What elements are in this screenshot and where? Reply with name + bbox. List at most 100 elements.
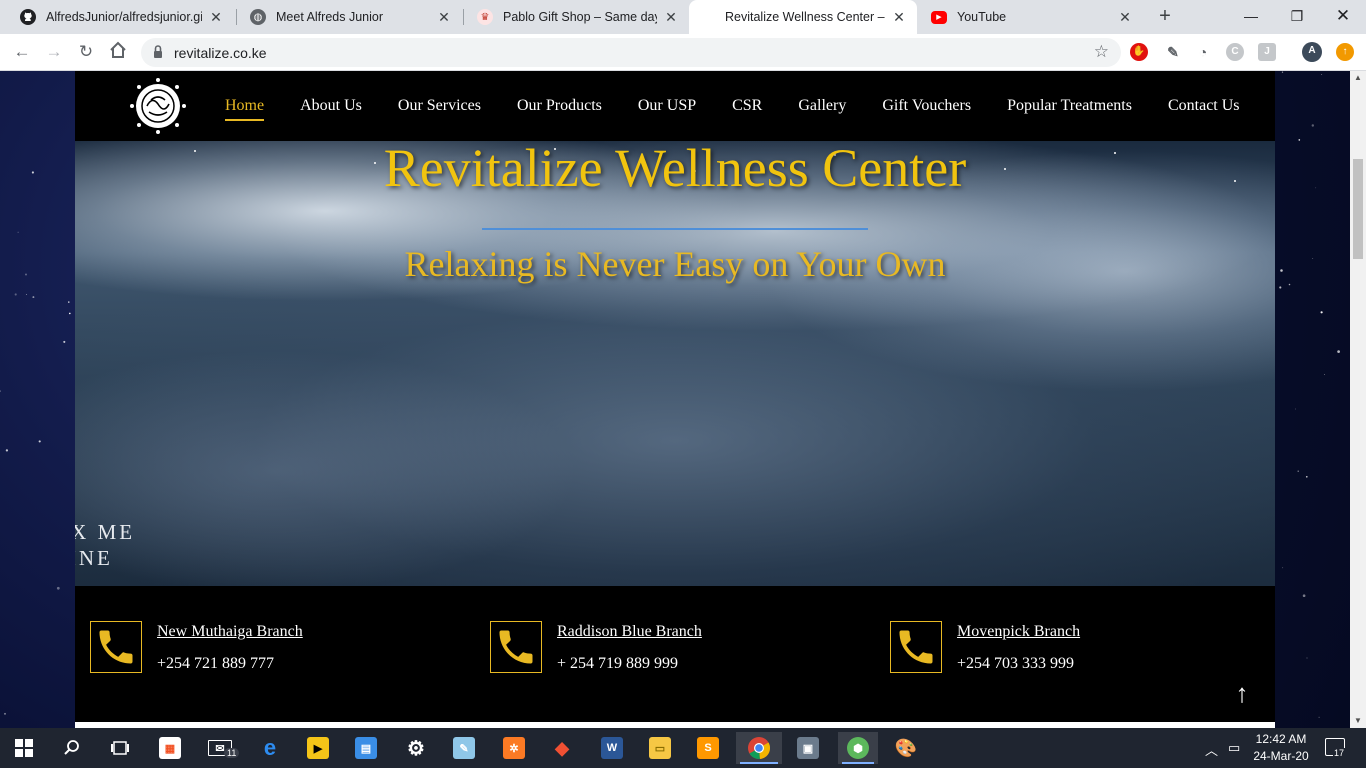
reload-button[interactable]: ↻	[74, 41, 98, 65]
url-text[interactable]: revitalize.co.ke	[174, 45, 267, 61]
file-explorer-icon[interactable]: ▭	[644, 732, 676, 764]
sublime-text-icon[interactable]: S	[692, 732, 724, 764]
page-scrollbar[interactable]: ▲ ▼	[1350, 71, 1366, 728]
microsoft-store-icon[interactable]: ▦	[154, 732, 186, 764]
chrome-icon[interactable]	[736, 732, 782, 764]
branch-phone: +254 703 333 999	[957, 655, 1075, 672]
github-icon	[20, 9, 36, 25]
running-indicator	[740, 762, 778, 764]
globe-icon: ◍	[250, 9, 266, 25]
settings-gear-icon[interactable]: ⚙	[400, 732, 432, 764]
back-button[interactable]: ←	[10, 41, 34, 65]
tab-title: Meet Alfreds Junior	[276, 10, 383, 24]
branch-name-link[interactable]: Raddison Blue Branch	[557, 623, 702, 641]
j-extension-icon[interactable]: J	[1258, 43, 1276, 61]
eyedropper-extension-icon[interactable]: ✎	[1164, 43, 1182, 61]
git-icon[interactable]: ◆	[546, 732, 578, 764]
branch-phone: +254 721 889 777	[157, 655, 275, 672]
xampp-icon[interactable]: ✲	[498, 732, 530, 764]
media-player-icon[interactable]: ▶	[302, 732, 334, 764]
tab-title: AlfredsJunior/alfredsjunior.gith	[46, 10, 202, 24]
clock-time: 12:42 AM	[1255, 732, 1307, 746]
close-tab-icon[interactable]: ✕	[663, 9, 679, 26]
hero-banner: Revitalize Wellness Center Relaxing is N…	[75, 141, 1275, 586]
youtube-icon: ▶	[931, 10, 947, 24]
c-extension-icon[interactable]: C	[1226, 43, 1244, 61]
nav-about-us[interactable]: About Us	[300, 97, 362, 115]
close-tab-icon[interactable]: ✕	[208, 9, 224, 26]
nav-our-usp[interactable]: Our USP	[638, 97, 696, 115]
tab-pablo-gift-shop[interactable]: ♛ Pablo Gift Shop – Same day de ✕	[463, 0, 689, 34]
branch-name-link[interactable]: Movenpick Branch	[957, 623, 1080, 641]
nav-our-products[interactable]: Our Products	[517, 97, 602, 115]
tab-meet-alfreds-junior[interactable]: ◍ Meet Alfreds Junior ✕	[236, 0, 462, 34]
branch-contact: Movenpick Branch +254 703 333 999	[890, 621, 1250, 675]
hero-divider	[482, 228, 868, 230]
caption-line: LINE	[75, 546, 113, 570]
new-tab-button[interactable]: +	[1153, 5, 1177, 29]
clock-date: 24-Mar-20	[1253, 749, 1309, 763]
tab-title: Revitalize Wellness Center – Sp	[725, 10, 885, 24]
show-hidden-icons-icon[interactable]: ︿	[1205, 740, 1218, 759]
tab-youtube[interactable]: ▶ YouTube ✕	[917, 0, 1143, 34]
running-indicator	[842, 762, 874, 764]
page-viewport: Home About Us Our Services Our Products …	[0, 71, 1350, 728]
scroll-to-top-icon[interactable]: ↑	[1230, 679, 1254, 707]
edge-icon[interactable]: e	[254, 732, 286, 764]
branch-contact: New Muthaiga Branch +254 721 889 777	[90, 621, 450, 675]
close-tab-icon[interactable]: ✕	[891, 9, 907, 26]
minimize-button[interactable]: —	[1228, 0, 1274, 34]
home-icon	[110, 41, 126, 58]
restore-button[interactable]: ❐	[1274, 0, 1320, 34]
network-icon[interactable]: ▭	[1228, 740, 1240, 756]
phone-icon	[890, 621, 942, 673]
home-button[interactable]	[106, 41, 130, 65]
address-bar[interactable]: revitalize.co.ke ☆	[141, 38, 1121, 67]
paint-icon[interactable]: 🎨	[890, 732, 922, 764]
site-header: Home About Us Our Services Our Products …	[75, 71, 1275, 141]
nav-gallery[interactable]: Gallery	[798, 97, 846, 115]
tab-title: YouTube	[957, 10, 1007, 24]
system-clock[interactable]: 12:42 AM 24-Mar-20	[1246, 731, 1316, 765]
close-tab-icon[interactable]: ✕	[1117, 9, 1133, 26]
word-icon[interactable]: W	[596, 732, 628, 764]
nav-gift-vouchers[interactable]: Gift Vouchers	[882, 97, 971, 115]
gift-shop-icon: ♛	[477, 9, 493, 25]
vm-icon[interactable]: ▣	[792, 732, 824, 764]
site-wrapper: Home About Us Our Services Our Products …	[75, 71, 1275, 728]
revitalize-logo[interactable]	[125, 74, 191, 138]
nav-home[interactable]: Home	[225, 97, 265, 121]
branch-name-link[interactable]: New Muthaiga Branch	[157, 623, 303, 641]
profile-avatar[interactable]: A	[1302, 42, 1322, 62]
bookmark-star-icon[interactable]: ☆	[1094, 42, 1109, 62]
mail-icon[interactable]: ✉ 11	[204, 732, 240, 764]
search-icon[interactable]	[56, 732, 88, 764]
tab-title: Pablo Gift Shop – Same day de	[503, 10, 657, 24]
scrollbar-thumb[interactable]	[1353, 159, 1363, 259]
task-view-icon[interactable]	[104, 732, 136, 764]
lock-icon	[154, 45, 162, 58]
windows-taskbar: ▦ ✉ 11 e ▶ ▤ ⚙ ✎ ✲ ◆ W ▭ S ▣ ⬢ 🎨 ︿ ▭ 12:…	[0, 728, 1366, 768]
update-icon[interactable]: ↑	[1336, 43, 1354, 61]
nav-contact-us[interactable]: Contact Us	[1168, 97, 1240, 115]
forward-button[interactable]: →	[42, 41, 66, 65]
adblock-extension-icon[interactable]: ✋	[1130, 43, 1148, 61]
hero-title: Revitalize Wellness Center	[383, 141, 967, 198]
close-tab-icon[interactable]: ✕	[436, 9, 452, 26]
speed-extension-icon[interactable]: ◔	[1194, 43, 1212, 61]
scroll-up-arrow-icon[interactable]: ▲	[1350, 71, 1366, 85]
hero-subtitle: Relaxing is Never Easy on Your Own	[404, 244, 946, 284]
app-green-icon[interactable]: ⬢	[838, 732, 878, 764]
nav-popular-treatments[interactable]: Popular Treatments	[1007, 97, 1132, 115]
tab-alfredsjunior-github[interactable]: AlfredsJunior/alfredsjunior.gith ✕	[6, 0, 234, 34]
nav-our-services[interactable]: Our Services	[398, 97, 481, 115]
close-window-button[interactable]: ✕	[1320, 0, 1366, 34]
tab-revitalize-wellness[interactable]: Revitalize Wellness Center – Sp ✕	[689, 0, 917, 34]
windows-start-icon[interactable]	[8, 732, 40, 764]
branch-phone: + 254 719 889 999	[557, 655, 679, 672]
control-panel-icon[interactable]: ▤	[350, 732, 382, 764]
scroll-down-arrow-icon[interactable]: ▼	[1350, 714, 1366, 728]
notepad-icon[interactable]: ✎	[448, 732, 480, 764]
main-navigation: Home About Us Our Services Our Products …	[225, 71, 1276, 141]
nav-csr[interactable]: CSR	[732, 97, 762, 115]
